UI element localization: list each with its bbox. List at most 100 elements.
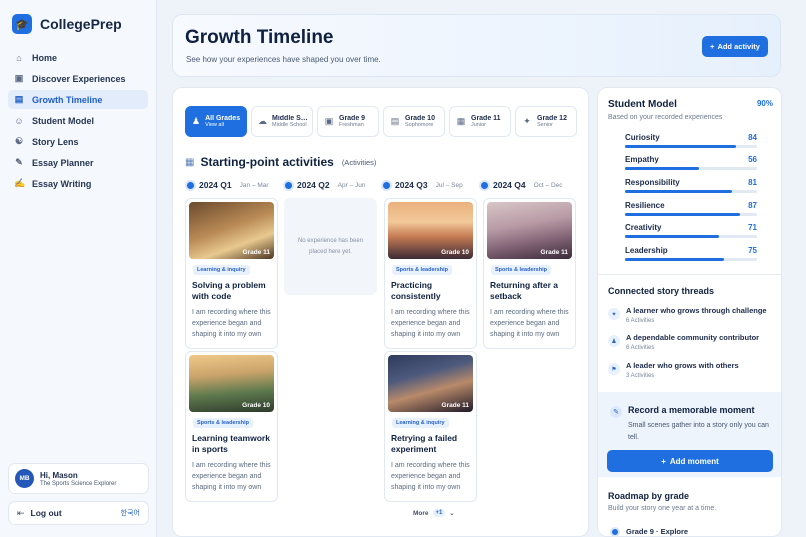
- trait-value: 84: [748, 133, 757, 142]
- more-button[interactable]: More +1 ⌄: [413, 509, 454, 517]
- home-icon: ⌂: [16, 52, 22, 63]
- thread-name: A learner who grows through challenge: [626, 306, 767, 315]
- timeline-panel: ♟ All GradesView all ☁ Middle SchoolMidd…: [172, 87, 589, 537]
- trait-bar-fill: [625, 145, 736, 148]
- section-title: Starting-point activities: [200, 155, 334, 169]
- trait-bar: [625, 235, 757, 238]
- student-model-score: 90%: [756, 99, 773, 108]
- graduation-cap-icon: 🎓: [12, 14, 32, 34]
- page-header: Growth Timeline See how your experiences…: [172, 14, 781, 77]
- tab-middle-school[interactable]: ☁ Middle SchoolMiddle School: [251, 106, 313, 137]
- add-activity-label: Add activity: [717, 42, 760, 51]
- user-role: The Sports Science Explorer: [40, 480, 117, 487]
- image-icon: ▣: [14, 73, 24, 83]
- tab-sub: Middle School: [272, 122, 307, 128]
- calendar-icon: ▤: [14, 94, 24, 104]
- sidebar-item-home[interactable]: ⌂ Home: [8, 48, 148, 67]
- tab-sub: Junior: [471, 122, 486, 128]
- sidebar-item-label: Student Model: [32, 115, 94, 126]
- language-toggle[interactable]: 한국어: [121, 508, 140, 518]
- square-icon: ▣: [324, 116, 334, 126]
- target-icon: ✦: [523, 116, 531, 126]
- empty-message: No experience has been placed here yet.: [297, 238, 364, 255]
- add-activity-button[interactable]: + Add activity: [702, 36, 768, 57]
- category-tag: Sports & leadership: [193, 418, 253, 428]
- add-moment-button[interactable]: + Add moment: [607, 450, 773, 472]
- app-logo[interactable]: 🎓 CollegePrep: [0, 0, 156, 44]
- trait-value: 56: [748, 155, 757, 164]
- sidebar-item-label: Growth Timeline: [32, 94, 103, 105]
- section-note: (Activities): [341, 157, 377, 167]
- grade-badge: Grade 11: [540, 249, 568, 256]
- quarter-name: 2024 Q3: [395, 180, 428, 190]
- trait-value: 71: [748, 223, 757, 232]
- sidebar-item-growth-timeline[interactable]: ▤ Growth Timeline: [8, 90, 148, 109]
- activity-card[interactable]: Grade 11 Learning & inquiry Retrying a f…: [384, 351, 477, 502]
- activity-card[interactable]: Grade 11 Learning & inquiry Solving a pr…: [185, 198, 278, 349]
- tab-grade-9[interactable]: ▣ Grade 9 Freshman: [317, 106, 379, 137]
- trait-bar: [625, 145, 757, 148]
- trait-bar-fill: [625, 167, 699, 170]
- user-profile-card[interactable]: MB Hi, Mason The Sports Science Explorer: [8, 463, 149, 494]
- record-title: Record a memorable moment: [628, 405, 755, 415]
- student-model-header: Student Model 90% Based on your recorded…: [598, 99, 781, 121]
- activity-description: I am recording where this experience beg…: [391, 308, 470, 339]
- tab-grade-10[interactable]: ▤ Grade 10 Sophomore: [383, 106, 445, 137]
- thread-name: A dependable community contributor: [626, 333, 760, 342]
- star-icon: ✦: [608, 308, 620, 320]
- trait-curiosity: Curiosity 84: [625, 133, 757, 148]
- roadmap-item[interactable]: Grade 9 · Explore: [612, 527, 688, 536]
- user-info: Hi, Mason The Sports Science Explorer: [40, 471, 116, 487]
- roadmap-dot: [612, 528, 618, 535]
- tab-grade-11[interactable]: ▦ Grade 11 Junior: [449, 106, 511, 137]
- add-moment-label: Add moment: [669, 456, 719, 466]
- sidebar-item-label: Essay Planner: [32, 157, 94, 168]
- quarter-range: Jan – Mar: [239, 181, 269, 189]
- activity-title: Retrying a failed experiment: [391, 433, 458, 455]
- thread-count: 6 Activities: [626, 345, 655, 351]
- activity-image: Grade 10: [189, 355, 274, 412]
- trait-bar-fill: [625, 190, 732, 193]
- quarter-name: 2024 Q4: [493, 180, 526, 190]
- activity-card[interactable]: Grade 10 Sports & leadership Practicing …: [384, 198, 477, 349]
- quarter-name: 2024 Q2: [297, 180, 330, 190]
- tab-all-grades[interactable]: ♟ All Grades View all: [185, 106, 247, 137]
- section-header: ▦ Starting-point activities (Activities): [185, 155, 376, 169]
- thread-item[interactable]: ⚑ A leader who grows with others 3 Activi…: [608, 361, 739, 379]
- tab-name: Grade 9: [339, 115, 366, 122]
- chevron-down-icon: ⌄: [449, 510, 455, 517]
- sidebar-item-discover[interactable]: ▣ Discover Experiences: [8, 69, 148, 88]
- sidebar-item-student-model[interactable]: ☺ Student Model: [8, 111, 148, 130]
- sidebar-item-essay-writing[interactable]: ✍ Essay Writing: [8, 174, 148, 193]
- logout-button[interactable]: Log out: [31, 508, 62, 518]
- activity-card[interactable]: Grade 10 Sports & leadership Learning te…: [185, 351, 278, 502]
- trait-bar-fill: [625, 213, 740, 216]
- plus-icon: +: [661, 456, 666, 466]
- trait-name: Curiosity: [625, 133, 660, 142]
- sidebar-item-label: Story Lens: [32, 136, 79, 147]
- avatar: MB: [15, 469, 34, 488]
- tab-name: Grade 12: [537, 115, 567, 122]
- thread-item[interactable]: ♟ A dependable community contributor 6 Ac…: [608, 333, 759, 351]
- trait-leadership: Leadership 75: [625, 246, 757, 261]
- sidebar-item-label: Essay Writing: [32, 178, 92, 189]
- building-icon: ▦: [456, 116, 466, 126]
- trait-name: Leadership: [625, 246, 668, 255]
- sidebar-item-story-lens[interactable]: ☯ Story Lens: [8, 132, 148, 151]
- trait-bar: [625, 190, 757, 193]
- tab-sub: Senior: [537, 122, 553, 128]
- thread-item[interactable]: ✦ A learner who grows through challenge 6…: [608, 306, 767, 324]
- quarter-range: Oct – Dec: [533, 181, 563, 189]
- trait-resilience: Resilience 87: [625, 201, 757, 216]
- sidebar-item-essay-planner[interactable]: ✎ Essay Planner: [8, 153, 148, 172]
- activity-image: Grade 11: [189, 202, 274, 259]
- threads-header: Connected story threads: [598, 286, 781, 296]
- pen-icon: ✍: [14, 178, 26, 188]
- tab-grade-12[interactable]: ✦ Grade 12 Senior: [515, 106, 577, 137]
- plus-icon: +: [710, 42, 715, 51]
- trait-value: 87: [748, 201, 757, 210]
- activity-card[interactable]: Grade 11 Sports & leadership Returning a…: [483, 198, 576, 349]
- more-count: +1: [432, 509, 446, 517]
- category-tag: Sports & leadership: [392, 265, 452, 275]
- thread-count: 6 Activities: [626, 318, 655, 324]
